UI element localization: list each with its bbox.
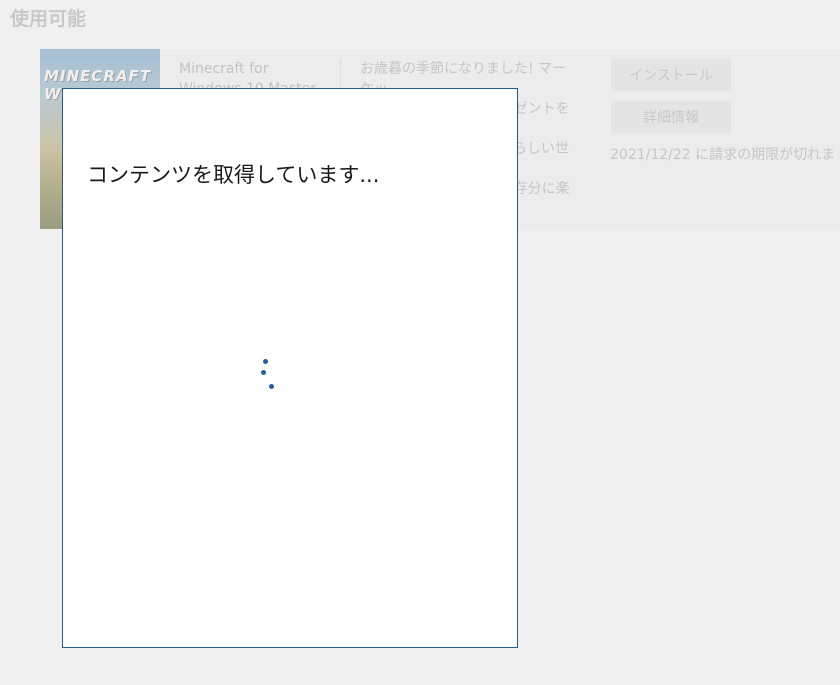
product-title-line: Minecraft for	[179, 61, 269, 77]
expiry-text: 2021/12/22 に請求の期限が切れま	[610, 147, 836, 163]
dialog-title: コンテンツを取得しています...	[87, 163, 380, 187]
spinner-dot	[269, 384, 274, 389]
spinner-dot	[263, 359, 268, 364]
install-button[interactable]: インストール	[611, 59, 731, 91]
loading-spinner-icon	[259, 355, 283, 391]
product-logo: MINECRAFT W	[44, 67, 151, 103]
spinner-dot	[261, 370, 266, 375]
section-title: 使用可能	[10, 8, 87, 30]
details-button[interactable]: 詳細情報	[611, 101, 731, 133]
loading-dialog: コンテンツを取得しています...	[62, 88, 518, 648]
